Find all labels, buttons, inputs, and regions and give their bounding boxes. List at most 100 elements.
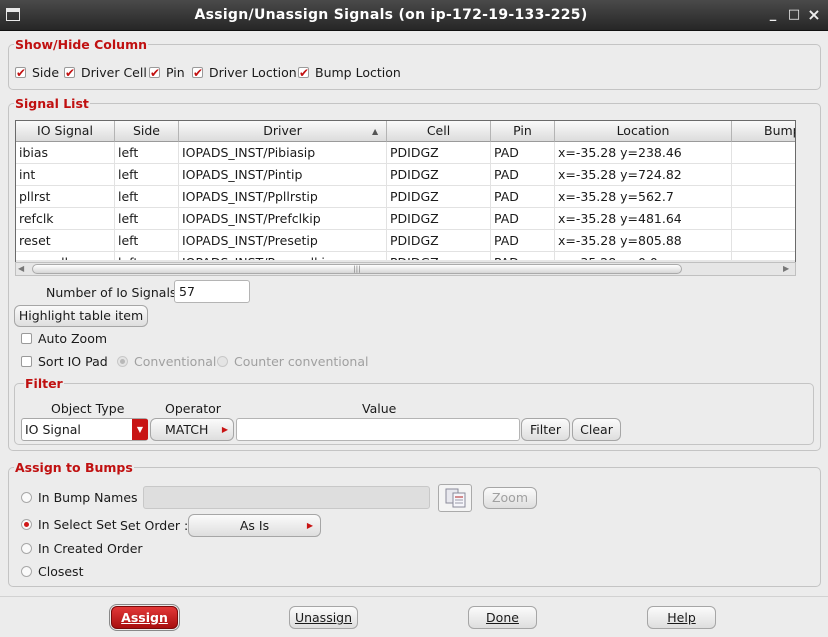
horizontal-scroll-track[interactable]: ◀ ||| ▶: [15, 262, 796, 276]
in-bump-names-radio[interactable]: [21, 492, 32, 503]
show-hide-legend: Show/Hide Column: [14, 37, 148, 52]
help-button[interactable]: Help: [647, 606, 716, 629]
table-row[interactable]: reset left IOPADS_INST/Presetip PDIDGZ PAD x=…: [16, 230, 795, 252]
sort-ascending-icon: ▲: [372, 127, 379, 136]
column-header-io-signal[interactable]: IO Signal: [16, 121, 115, 142]
cell-io-signal: pllrst: [16, 186, 115, 208]
cell-pin: PAD: [491, 230, 555, 252]
column-header-driver[interactable]: Driver: [179, 121, 387, 142]
sort-io-pad-checkbox[interactable]: [21, 356, 32, 367]
operator-arrow-icon: ▶: [221, 425, 228, 434]
cell-bump: [732, 208, 795, 230]
cell-driver: IOPADS_INST/Presetip: [179, 230, 387, 252]
column-header-driver-label: Driver: [263, 123, 302, 138]
auto-zoom-label: Auto Zoom: [38, 331, 108, 346]
minimize-icon[interactable]: _: [766, 8, 780, 22]
in-created-order-label: In Created Order: [38, 541, 143, 556]
cell-side: left: [115, 142, 179, 164]
cell-cell: PDIDGZ: [387, 186, 491, 208]
auto-zoom-checkbox[interactable]: [21, 333, 32, 344]
pin-checkbox-label: Pin: [166, 65, 185, 80]
signal-count-label: Number of Io Signals:: [46, 285, 181, 300]
in-created-order-radio[interactable]: [21, 543, 32, 554]
done-button[interactable]: Done: [468, 606, 537, 629]
maximize-icon[interactable]: □: [787, 8, 801, 22]
table-body: ibias left IOPADS_INST/Pibiasip PDIDGZ PAD x=…: [16, 142, 795, 262]
assign-to-bumps-legend: Assign to Bumps: [14, 460, 134, 475]
table-row[interactable]: pllrst left IOPADS_INST/Ppllrstip PDIDGZ PAD…: [16, 186, 795, 208]
scroll-right-icon[interactable]: ▶: [783, 263, 789, 275]
conventional-label: Conventional: [134, 354, 217, 369]
driver-location-checkbox[interactable]: ✔: [192, 67, 203, 79]
set-order-label: Set Order :: [120, 518, 189, 533]
column-header-pin[interactable]: Pin: [491, 121, 555, 142]
cell-driver: IOPADS_INST/Prefclkip: [179, 208, 387, 230]
cell-cell: PDIDGZ: [387, 208, 491, 230]
column-header-bump[interactable]: Bump: [732, 121, 795, 142]
horizontal-scroll-thumb[interactable]: |||: [32, 264, 682, 274]
cell-io-signal: ibias: [16, 142, 115, 164]
filter-value-input[interactable]: [236, 418, 520, 441]
cell-bump: [732, 142, 795, 164]
closest-label: Closest: [38, 564, 84, 579]
cell-driver: IOPADS_INST/Pintip: [179, 164, 387, 186]
cell-side: left: [115, 208, 179, 230]
cell-side: left: [115, 186, 179, 208]
filter-button[interactable]: Filter: [521, 418, 570, 441]
column-header-location[interactable]: Location: [555, 121, 732, 142]
bump-names-input[interactable]: [143, 486, 430, 509]
cell-io-signal: reset: [16, 230, 115, 252]
assign-button[interactable]: Assign: [111, 606, 178, 629]
cell-location: x=-35.28 y=481.64: [555, 208, 732, 230]
set-order-select[interactable]: As Is ▶: [188, 514, 321, 537]
object-type-label: Object Type: [51, 401, 125, 416]
signal-count-value: 57: [179, 284, 195, 299]
cell-driver: IOPADS_INST/Ppllrstip: [179, 186, 387, 208]
operator-select[interactable]: MATCH ▶: [150, 418, 234, 441]
driver-cell-checkbox[interactable]: ✔: [64, 67, 75, 79]
zoom-button[interactable]: Zoom: [483, 487, 537, 509]
bump-picker-button[interactable]: [438, 484, 472, 512]
cell-pin: PAD: [491, 142, 555, 164]
unassign-button[interactable]: Unassign: [289, 606, 358, 629]
cell-location: x=-35.28 y=562.7: [555, 186, 732, 208]
cell-pin: PAD: [491, 164, 555, 186]
driver-location-checkbox-label: Driver Loction: [209, 65, 297, 80]
counter-conventional-radio[interactable]: [217, 356, 228, 367]
cell-pin: PAD: [491, 208, 555, 230]
bump-location-checkbox[interactable]: ✔: [298, 67, 309, 79]
cell-io-signal: refclk: [16, 208, 115, 230]
object-type-select[interactable]: IO Signal ▼: [21, 418, 148, 441]
clear-button[interactable]: Clear: [572, 418, 621, 441]
side-checkbox[interactable]: ✔: [15, 67, 26, 79]
close-icon[interactable]: ×: [807, 7, 821, 23]
signal-table[interactable]: IO Signal Side Driver ▲ Cell Pin Locatio…: [15, 120, 796, 263]
signal-count-field[interactable]: 57: [174, 280, 250, 303]
operator-value: MATCH: [165, 422, 209, 437]
column-header-side[interactable]: Side: [115, 121, 179, 142]
counter-conventional-label: Counter conventional: [234, 354, 369, 369]
highlight-table-item-button[interactable]: Highlight table item: [14, 305, 148, 327]
conventional-radio[interactable]: [117, 356, 128, 367]
pin-checkbox[interactable]: ✔: [149, 67, 160, 79]
cell-bump: [732, 230, 795, 252]
window-title: Assign/Unassign Signals (on ip-172-19-13…: [194, 7, 588, 23]
cell-pin: PAD: [491, 186, 555, 208]
closest-radio[interactable]: [21, 566, 32, 577]
scroll-left-icon[interactable]: ◀: [18, 263, 24, 275]
chevron-down-icon[interactable]: ▼: [132, 419, 148, 440]
copy-list-icon: [445, 488, 466, 508]
set-order-value: As Is: [239, 518, 270, 533]
table-row[interactable]: ibias left IOPADS_INST/Pibiasip PDIDGZ PAD x=…: [16, 142, 795, 164]
in-select-set-radio[interactable]: [21, 519, 32, 530]
table-row[interactable]: refclk left IOPADS_INST/Prefclkip PDIDGZ PAD…: [16, 208, 795, 230]
bump-location-checkbox-label: Bump Loction: [315, 65, 401, 80]
in-select-set-label: In Select Set: [38, 517, 117, 532]
set-order-arrow-icon: ▶: [306, 521, 313, 530]
cell-bump: [732, 164, 795, 186]
table-row[interactable]: int left IOPADS_INST/Pintip PDIDGZ PAD x=-35.…: [16, 164, 795, 186]
title-bar[interactable]: Assign/Unassign Signals (on ip-172-19-13…: [0, 0, 828, 31]
cell-cell: PDIDGZ: [387, 142, 491, 164]
cell-cell: PDIDGZ: [387, 230, 491, 252]
column-header-cell[interactable]: Cell: [387, 121, 491, 142]
